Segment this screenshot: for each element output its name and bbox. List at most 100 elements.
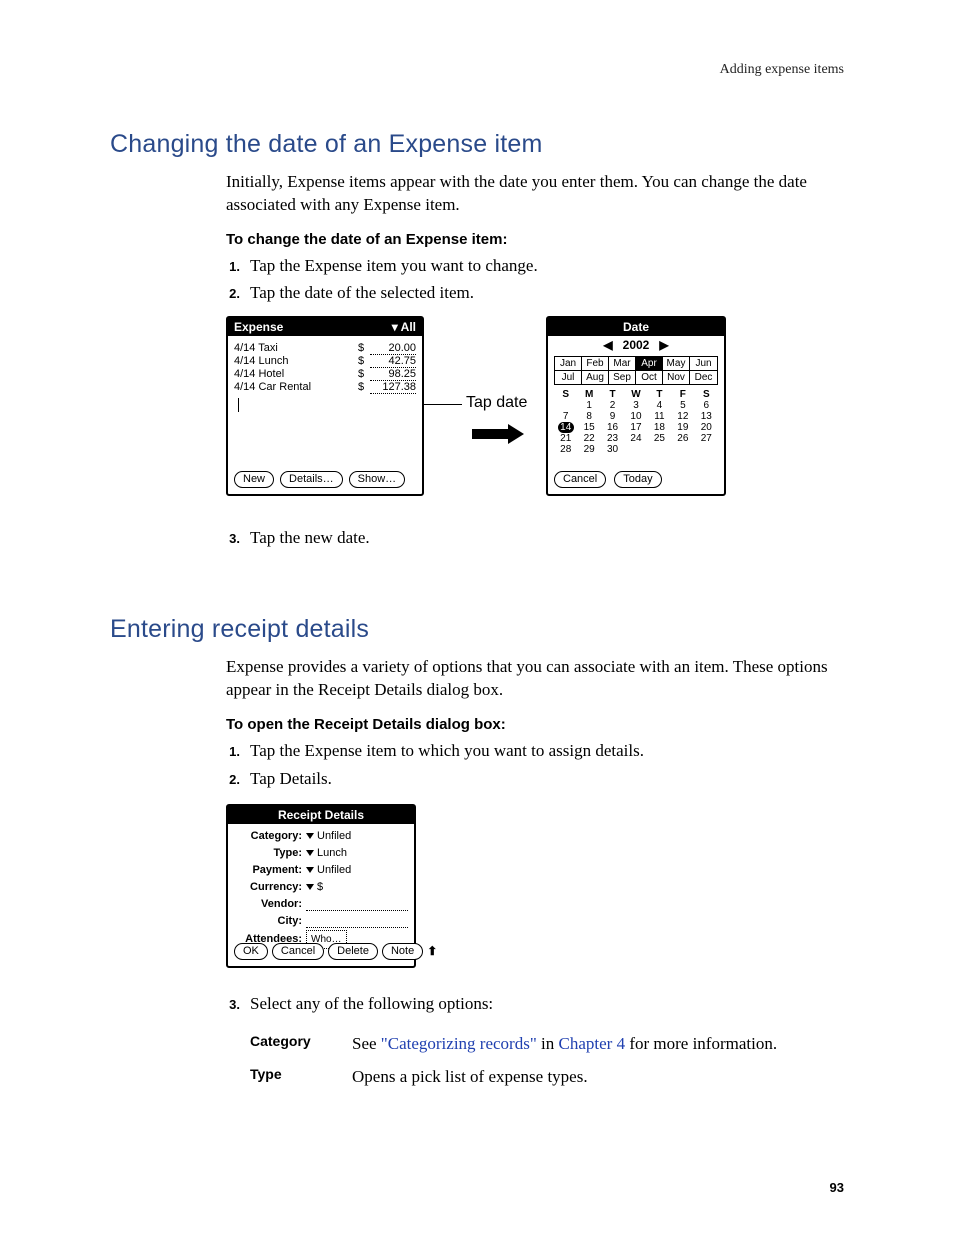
text-cursor [238,398,241,412]
day-of-week: W [624,389,647,400]
link-chapter-4[interactable]: Chapter 4 [559,1034,626,1053]
month-cell[interactable]: Dec [690,371,717,384]
day-cell[interactable]: 15 [577,422,600,433]
month-cell[interactable]: Nov [663,371,690,384]
month-cell[interactable]: Jun [690,357,717,371]
date-title: Date [623,320,649,334]
step-text: Tap the date of the selected item. [250,279,474,306]
expense-row[interactable]: 4/14 Lunch $ 42.75 [234,355,416,368]
month-cell[interactable]: Jul [555,371,582,384]
day-cell[interactable]: 16 [601,422,624,433]
next-year-icon[interactable]: ▶ [659,338,668,352]
day-cell[interactable]: 28 [554,444,577,455]
scroll-up-icon[interactable]: ⬆ [427,944,437,958]
vendor-field[interactable] [306,898,408,911]
month-cell[interactable]: Oct [636,371,663,384]
step-number: 1. [226,257,240,278]
day-cell[interactable] [624,444,647,455]
expense-row[interactable]: 4/14 Taxi $ 20.00 [234,342,416,355]
day-cell[interactable] [695,444,718,455]
day-cell[interactable]: 2 [601,400,624,411]
step-number: 2. [226,284,240,305]
day-cell[interactable]: 27 [695,433,718,444]
dropdown-icon [306,867,314,873]
day-cell[interactable]: 4 [648,400,671,411]
prev-year-icon[interactable]: ◀ [603,338,612,352]
dropdown-icon [306,833,314,839]
month-cell-selected[interactable]: Apr [636,357,663,371]
receipt-details-dialog: Receipt Details Category: Unfiled Type: … [226,804,416,968]
day-cell[interactable]: 5 [671,400,694,411]
delete-button[interactable]: Delete [328,943,378,960]
page-number: 93 [830,1180,844,1195]
day-cell[interactable]: 8 [577,411,600,422]
cancel-button[interactable]: Cancel [554,471,606,488]
day-cell[interactable]: 22 [577,433,600,444]
day-cell[interactable] [554,400,577,411]
day-cell-selected[interactable]: 14 [554,422,577,433]
day-cell[interactable]: 17 [624,422,647,433]
day-cell[interactable]: 26 [671,433,694,444]
day-cell[interactable]: 3 [624,400,647,411]
payment-label: Payment: [234,862,306,879]
day-cell[interactable]: 1 [577,400,600,411]
year-label: 2002 [623,338,650,352]
day-cell[interactable]: 24 [624,433,647,444]
day-cell[interactable]: 29 [577,444,600,455]
link-categorizing-records[interactable]: "Categorizing records" [381,1034,537,1053]
expense-row[interactable]: 4/14 Car Rental $ 127.38 [234,381,416,394]
day-cell[interactable]: 7 [554,411,577,422]
day-cell[interactable] [648,444,671,455]
day-cell[interactable]: 19 [671,422,694,433]
today-button[interactable]: Today [614,471,661,488]
day-cell[interactable]: 25 [648,433,671,444]
show-button[interactable]: Show… [349,471,406,488]
cancel-button[interactable]: Cancel [272,943,324,960]
type-picker[interactable]: Lunch [306,845,347,862]
expense-row[interactable]: 4/14 Hotel $ 98.25 [234,368,416,381]
month-cell[interactable]: Feb [582,357,609,371]
expense-title: Expense [234,320,283,334]
month-cell[interactable]: Jan [555,357,582,371]
day-cell[interactable]: 13 [695,411,718,422]
note-button[interactable]: Note [382,943,423,960]
ok-button[interactable]: OK [234,943,268,960]
step-number: 2. [226,770,240,791]
day-cell[interactable]: 10 [624,411,647,422]
running-head: Adding expense items [720,62,844,78]
month-cell[interactable]: Mar [609,357,636,371]
day-cell[interactable]: 21 [554,433,577,444]
new-button[interactable]: New [234,471,274,488]
day-cell[interactable]: 11 [648,411,671,422]
arrow-right-icon [472,424,532,444]
day-cell[interactable] [671,444,694,455]
day-cell[interactable]: 18 [648,422,671,433]
category-picker[interactable]: Unfiled [306,828,351,845]
day-cell[interactable]: 20 [695,422,718,433]
callout-leader [424,404,462,405]
option-desc-type: Opens a pick list of expense types. [352,1064,588,1090]
month-cell[interactable]: Aug [582,371,609,384]
day-cell[interactable]: 23 [601,433,624,444]
details-button[interactable]: Details… [280,471,343,488]
currency-picker[interactable]: $ [306,879,323,896]
expense-category-selector[interactable]: ▾ All [392,320,416,334]
city-field[interactable] [306,915,408,928]
month-cell[interactable]: Sep [609,371,636,384]
expense-panel: Expense ▾ All 4/14 Taxi $ 20.00 4/14 Lun… [226,316,424,496]
dropdown-icon [306,850,314,856]
day-cell[interactable]: 30 [601,444,624,455]
month-grid: Jan Feb Mar Apr May Jun Jul Aug Sep Oct … [554,356,718,385]
day-cell[interactable]: 12 [671,411,694,422]
month-cell[interactable]: May [663,357,690,371]
currency-label: Currency: [234,879,306,896]
day-cell[interactable]: 6 [695,400,718,411]
intro-para-1: Initially, Expense items appear with the… [226,171,844,217]
day-cell[interactable]: 9 [601,411,624,422]
payment-picker[interactable]: Unfiled [306,862,351,879]
figure-expense-date: Expense ▾ All 4/14 Taxi $ 20.00 4/14 Lun… [226,316,844,506]
option-term-category: Category [250,1031,326,1057]
date-picker-panel: Date ◀ 2002 ▶ Jan Feb Mar Apr May Jun Ju… [546,316,726,496]
step-number: 3. [226,529,240,550]
dialog-title: Receipt Details [228,806,414,824]
